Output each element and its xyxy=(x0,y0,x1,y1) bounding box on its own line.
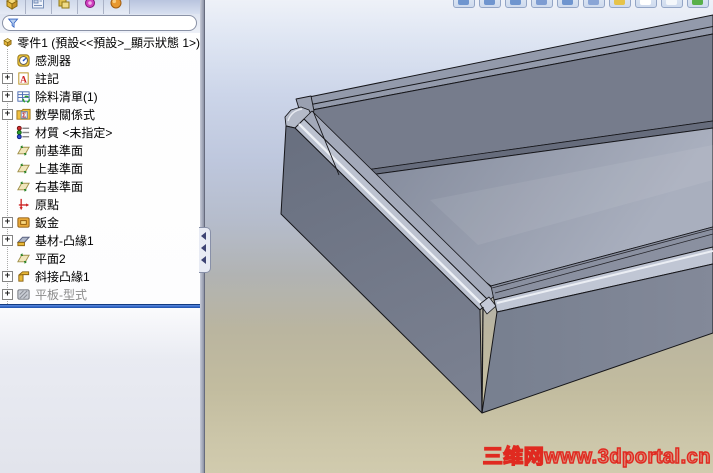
configurationmanager-tab[interactable] xyxy=(52,0,78,14)
tree-item-label: 原點 xyxy=(35,197,60,212)
tree-item-label: 前基準面 xyxy=(35,143,84,158)
tree-filter-input[interactable] xyxy=(2,15,197,31)
tree-item-equations[interactable]: + 數學關係式 xyxy=(0,105,200,123)
sensors-icon xyxy=(16,53,31,68)
origin-icon xyxy=(16,197,31,212)
tree-item-flat-pattern[interactable]: + 平板-型式 xyxy=(0,285,200,303)
expander-plus-icon[interactable]: + xyxy=(2,216,13,228)
tree-item-material[interactable]: 材質 <未指定> xyxy=(0,123,200,141)
filter-row xyxy=(0,14,200,33)
part-icon xyxy=(2,34,13,50)
plane-icon xyxy=(16,179,31,194)
equations-icon xyxy=(16,107,31,122)
propertymanager-tab[interactable] xyxy=(26,0,52,14)
tree-item-base-flange1[interactable]: + 基材-凸緣1 xyxy=(0,231,200,249)
tree-item-label: 數學關係式 xyxy=(35,107,96,122)
tree-item-miter-flange1[interactable]: + 斜接凸緣1 xyxy=(0,267,200,285)
filter-funnel-icon xyxy=(7,17,20,30)
miterflange-icon xyxy=(16,269,31,284)
feature-manager-panel: 零件1 (預設<<預設>_顯示狀態 1>) 感測器 + 註記 + 除料清單(1) + 數學關… xyxy=(0,0,200,473)
plane-icon xyxy=(16,143,31,158)
expander-plus-icon[interactable]: + xyxy=(2,234,13,246)
tree-item-sensors[interactable]: 感測器 xyxy=(0,51,200,69)
tree-item-plane2[interactable]: 平面2 xyxy=(0,249,200,267)
tree-item-annotations[interactable]: + 註記 xyxy=(0,69,200,87)
tree-item-label: 平板-型式 xyxy=(35,287,87,302)
tree-item-top-plane[interactable]: 上基準面 xyxy=(0,159,200,177)
tree-root-item[interactable]: 零件1 (預設<<預設>_顯示狀態 1>) xyxy=(0,33,200,51)
tree-item-label: 除料清單(1) xyxy=(35,89,98,104)
tree-root-label: 零件1 (預設<<預設>_顯示狀態 1>) xyxy=(17,35,200,50)
model-3d-view[interactable] xyxy=(205,0,713,473)
tree-item-front-plane[interactable]: 前基準面 xyxy=(0,141,200,159)
featuremanager-design-tree-tab[interactable] xyxy=(0,0,26,14)
tree-item-right-plane[interactable]: 右基準面 xyxy=(0,177,200,195)
plane-icon xyxy=(16,161,31,176)
expander-plus-icon[interactable]: + xyxy=(2,90,13,102)
tree-item-label: 感測器 xyxy=(35,53,72,68)
tree-item-label: 註記 xyxy=(35,71,60,86)
collapse-arrow-icon xyxy=(201,244,206,252)
tree-item-cut-list[interactable]: + 除料清單(1) xyxy=(0,87,200,105)
tree-item-origin[interactable]: 原點 xyxy=(0,195,200,213)
expander-plus-icon[interactable]: + xyxy=(2,288,13,300)
sheetmetal-icon xyxy=(16,215,31,230)
expander-plus-icon[interactable]: + xyxy=(2,72,13,84)
feature-manager-tab-bar xyxy=(0,0,200,15)
rollback-bar[interactable] xyxy=(0,304,200,308)
tree-item-label: 右基準面 xyxy=(35,179,84,194)
feature-tree-items: 感測器 + 註記 + 除料清單(1) + 數學關係式材質 <未指定> 前基準面上基準面右基準面… xyxy=(0,51,200,303)
collapse-arrow-icon xyxy=(201,232,206,240)
expander-plus-icon[interactable]: + xyxy=(2,270,13,282)
panel-collapse-handle[interactable] xyxy=(199,227,211,273)
configurationmanager-icon xyxy=(56,0,72,11)
cutlist-icon xyxy=(16,89,31,104)
feature-tree: 零件1 (預設<<預設>_顯示狀態 1>) 感測器 + 註記 + 除料清單(1) + 數學關… xyxy=(0,33,200,308)
displaymanager-tab[interactable] xyxy=(104,0,130,14)
tree-item-sheet-metal[interactable]: + 鈑金 xyxy=(0,213,200,231)
annotations-icon xyxy=(16,71,31,86)
featuremanager-design-tree-icon xyxy=(4,0,20,11)
collapse-arrow-icon xyxy=(201,256,206,264)
dimxpertmanager-tab[interactable] xyxy=(78,0,104,14)
plane-icon xyxy=(16,251,31,266)
sheet-metal-tray-model xyxy=(280,14,713,414)
solidworks-window: 零件1 (預設<<預設>_顯示狀態 1>) 感測器 + 註記 + 除料清單(1) + 數學關… xyxy=(0,0,713,473)
flatpattern-icon xyxy=(16,287,31,302)
propertymanager-icon xyxy=(30,0,46,11)
watermark-text: 三维网www.3dportal.cn xyxy=(482,445,711,468)
material-icon xyxy=(16,125,31,140)
tree-item-label: 基材-凸緣1 xyxy=(35,233,94,248)
displaymanager-icon xyxy=(108,0,124,11)
expander-plus-icon[interactable]: + xyxy=(2,108,13,120)
dimxpertmanager-icon xyxy=(82,0,98,11)
tree-item-label: 斜接凸緣1 xyxy=(35,269,90,284)
tree-item-label: 材質 <未指定> xyxy=(35,125,113,140)
baseflange-icon xyxy=(16,233,31,248)
graphics-viewport[interactable]: 三维网www.3dportal.cn xyxy=(205,0,713,473)
tree-item-label: 鈑金 xyxy=(35,215,60,230)
tree-item-label: 上基準面 xyxy=(35,161,84,176)
tree-item-label: 平面2 xyxy=(35,251,66,266)
